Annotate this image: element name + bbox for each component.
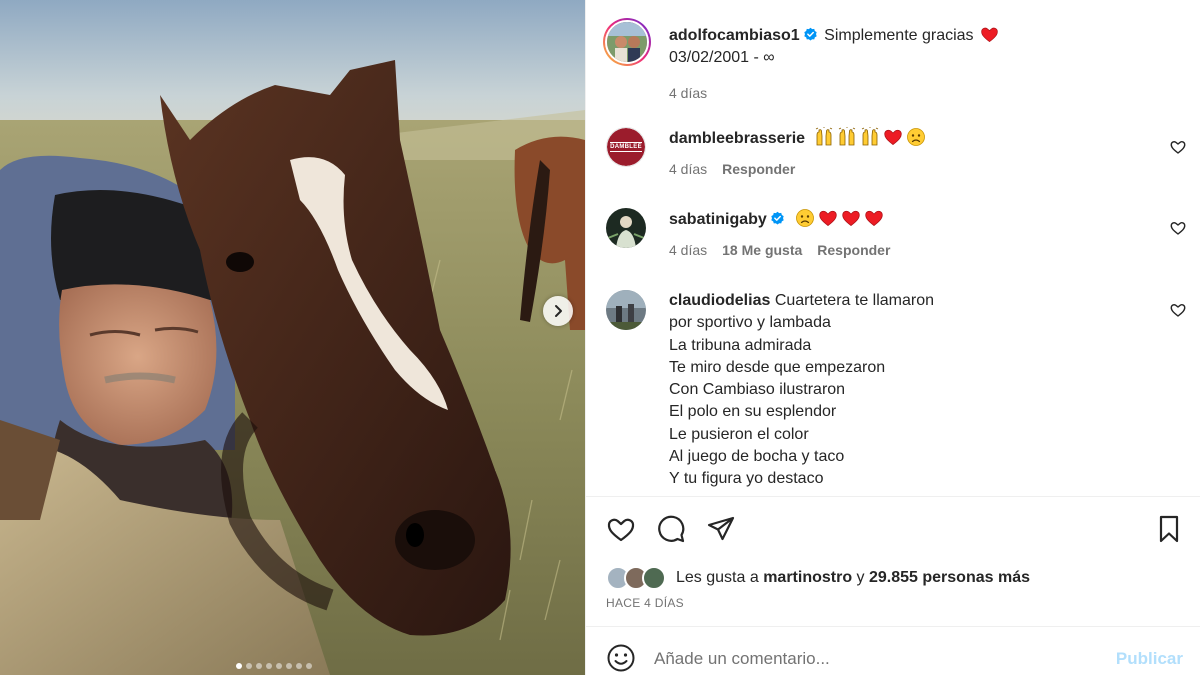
carousel-dot[interactable]: [306, 663, 312, 669]
post-actions-bar: [606, 510, 1186, 550]
comment-text-line: La tribuna admirada: [669, 336, 812, 354]
liker-avatars: [606, 566, 670, 590]
caption-date: 03/02/2001 - ∞: [669, 49, 775, 67]
share-paper-plane-icon[interactable]: [706, 514, 736, 544]
like-comment-heart-icon[interactable]: [1170, 139, 1186, 155]
carousel-dot[interactable]: [286, 663, 292, 669]
raised-hands-icon: [861, 127, 878, 146]
photo-scene-image: [0, 0, 585, 675]
comment-text-line: por sportivo y lambada: [669, 314, 831, 332]
comment-input[interactable]: [654, 648, 1114, 670]
carousel-dot[interactable]: [266, 663, 272, 669]
likes-summary[interactable]: Les gusta a martinostro y 29.855 persona…: [606, 566, 1030, 590]
commenter-avatar[interactable]: [606, 208, 646, 248]
post-photo[interactable]: [0, 0, 585, 675]
caption-time: 4 días: [669, 84, 708, 101]
comment-emojis: [814, 127, 929, 147]
author-avatar-image: [607, 22, 647, 62]
red-heart-icon: [865, 210, 883, 227]
commenter-username[interactable]: sabatinigaby: [669, 211, 767, 228]
carousel-dot[interactable]: [246, 663, 252, 669]
comment-first-line: Cuartetera te llamaron: [774, 292, 935, 309]
liker-username[interactable]: martinostro: [763, 569, 852, 587]
verified-badge-icon: [771, 211, 784, 225]
like-comment-heart-icon[interactable]: [1170, 220, 1186, 236]
comment-time[interactable]: 4 días: [669, 239, 707, 261]
carousel-dot[interactable]: [296, 663, 302, 669]
comment-text-line: Al juego de bocha y taco: [669, 448, 845, 466]
red-heart-icon: [883, 129, 902, 146]
comment-text-line: Te miro desde que empezaron: [669, 358, 886, 376]
comment-time[interactable]: 4 días: [669, 158, 707, 180]
post-details-panel: adolfocambiaso1 Simplemente gracias 03/0…: [585, 0, 1200, 675]
carousel-dot[interactable]: [236, 663, 242, 669]
commenter-avatar-image: [606, 208, 646, 248]
red-heart-icon: [981, 27, 998, 43]
carousel-dot[interactable]: [256, 663, 262, 669]
comment-text-line: Con Cambiaso ilustraron: [669, 381, 846, 399]
red-heart-icon: [842, 210, 860, 227]
comments-scroll-area[interactable]: adolfocambiaso1 Simplemente gracias 03/0…: [586, 0, 1200, 497]
post-timestamp[interactable]: HACE 4 DÍAS: [606, 596, 684, 610]
commenter-avatar-image: [606, 290, 646, 330]
reply-button[interactable]: Responder: [817, 239, 890, 261]
verified-badge-icon: [804, 27, 817, 41]
comment-text-line: Le pusieron el color: [669, 425, 809, 443]
next-slide-button[interactable]: [543, 296, 573, 326]
comment-likes-count[interactable]: 18 Me gusta: [722, 239, 802, 261]
carousel-indicator: [236, 663, 312, 669]
sad-face-icon: [906, 128, 925, 146]
raised-hands-icon: [815, 127, 832, 146]
commenter-username[interactable]: dambleebrasserie: [669, 130, 805, 147]
comment-text: por sportivo y lambada La tribuna admirad…: [669, 312, 1156, 490]
caption-text: Simplemente gracias: [824, 27, 974, 44]
sad-face-icon: [796, 209, 815, 227]
save-bookmark-icon[interactable]: [1154, 514, 1184, 544]
likes-conj: y: [856, 569, 865, 586]
red-heart-icon: [819, 210, 837, 227]
author-avatar[interactable]: [603, 18, 651, 66]
comment-text-line: Y tu figura yo destaco: [669, 470, 824, 488]
carousel-dot[interactable]: [276, 663, 282, 669]
like-heart-icon[interactable]: [606, 514, 636, 544]
author-username[interactable]: adolfocambiaso1: [669, 27, 800, 44]
commenter-avatar[interactable]: [606, 290, 646, 330]
comment-emojis: [795, 209, 887, 228]
commenter-username[interactable]: claudiodelias: [669, 292, 770, 309]
likes-prefix: Les gusta a: [676, 569, 759, 586]
liker-avatar: [642, 566, 666, 590]
like-comment-heart-icon[interactable]: [1170, 302, 1186, 318]
comment-text-line: El polo en su esplendor: [669, 403, 837, 421]
commenter-avatar[interactable]: DAMBLEÉ: [606, 127, 646, 167]
emoji-picker-smiley-icon[interactable]: [606, 643, 636, 673]
reply-button[interactable]: Responder: [722, 158, 795, 180]
publish-button[interactable]: Publicar: [1116, 649, 1183, 669]
likes-count[interactable]: 29.855 personas más: [869, 569, 1030, 587]
avatar-brand-text: DAMBLEÉ: [610, 142, 642, 152]
comment-bubble-icon[interactable]: [656, 514, 686, 544]
raised-hands-icon: [838, 127, 855, 146]
chevron-right-icon: [555, 305, 562, 317]
add-comment-bar: Publicar: [586, 626, 1200, 675]
